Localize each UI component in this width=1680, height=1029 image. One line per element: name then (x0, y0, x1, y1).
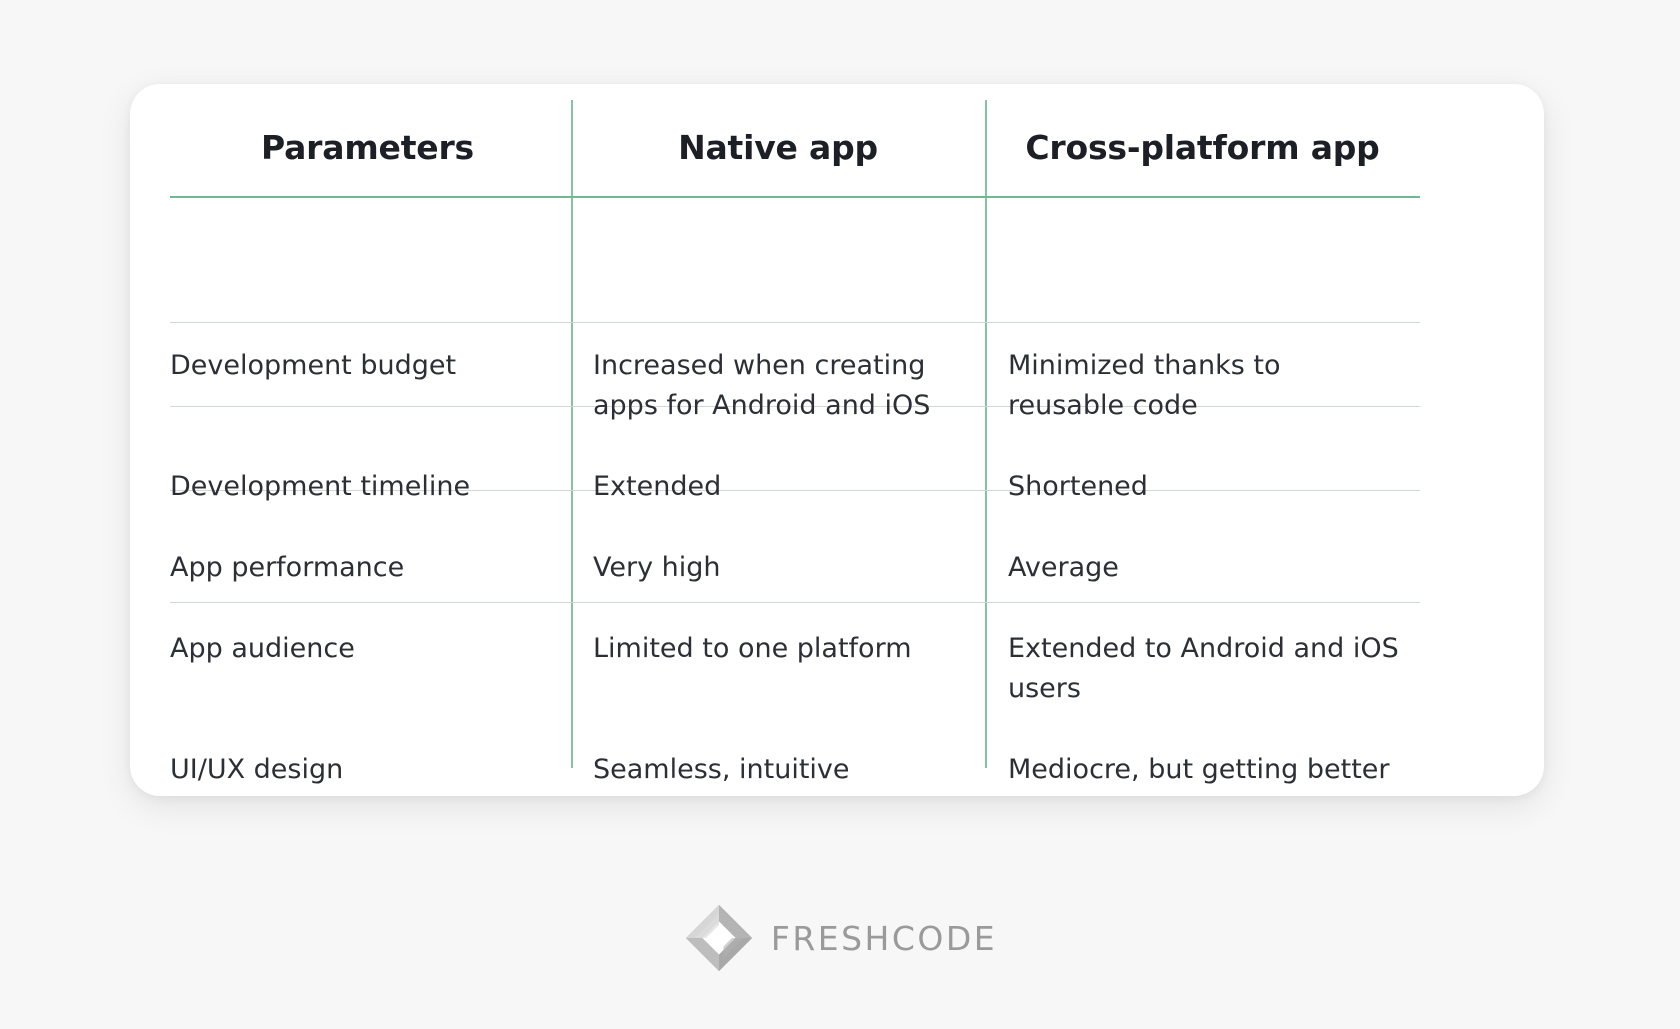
brand-logo-text: FRESHCODE (770, 918, 998, 958)
table-row: Extended (593, 471, 722, 502)
table-row: Average (1008, 552, 1119, 583)
column-divider-1 (571, 100, 573, 768)
table-row: Minimized thanks to reusable code (1008, 350, 1281, 421)
table-header-cross-platform-app: Cross-platform app (1025, 127, 1380, 167)
row-divider-1 (170, 322, 1420, 323)
freshcode-diamond-logo-icon (683, 902, 755, 974)
table-header-parameters: Parameters (261, 127, 474, 167)
table-row: Shortened (1008, 471, 1148, 502)
brand-logo: FRESHCODE (0, 902, 1680, 974)
table-row: Extended to Android and iOS users (1008, 633, 1399, 704)
table-row: Development timeline (170, 471, 471, 502)
table-row: Very high (593, 552, 721, 583)
table-row: Limited to one platform (593, 633, 912, 664)
header-divider (170, 196, 1420, 198)
column-divider-2 (985, 100, 987, 768)
row-divider-4 (170, 602, 1420, 603)
table-row: Mediocre, but getting better (1008, 754, 1390, 785)
table-row: App audience (170, 633, 355, 664)
table-row: App performance (170, 552, 405, 583)
comparison-table-card: Parameters Native app Cross-platform app… (130, 84, 1544, 796)
table-row: UI/UX design (170, 754, 344, 785)
table-header-native-app: Native app (678, 127, 878, 167)
comparison-table: Parameters Native app Cross-platform app… (130, 84, 1544, 796)
table-row: Development budget (170, 350, 457, 381)
table-row: Increased when creating apps for Android… (593, 350, 931, 421)
table-row: Seamless, intuitive (593, 754, 850, 785)
